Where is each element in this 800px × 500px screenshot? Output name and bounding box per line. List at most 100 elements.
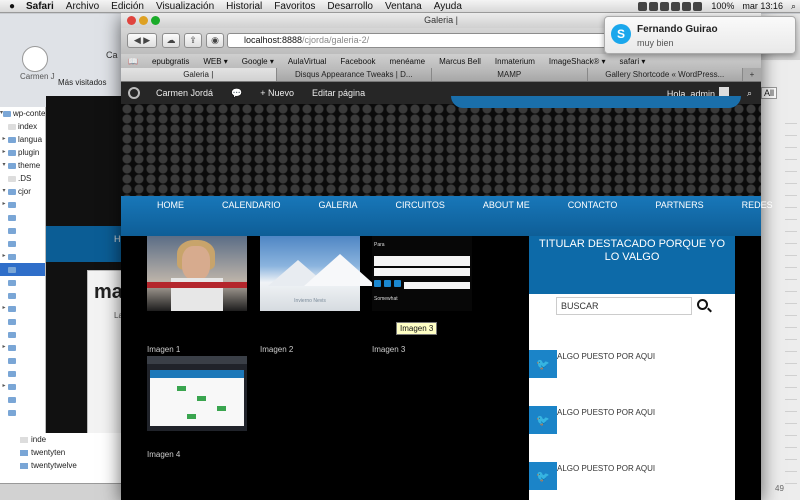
minimize-button[interactable] [139, 16, 148, 25]
search-icon[interactable]: ⌕ [738, 88, 761, 99]
tree-row[interactable]: twentytwelve [14, 459, 122, 472]
menu-ayuda[interactable]: Ayuda [428, 1, 468, 12]
menu-safari[interactable]: Safari [20, 1, 60, 12]
tree-row[interactable]: ▸ [0, 198, 45, 211]
twitter-widget: 🐦 ALGO PUESTO POR AQUI 🐦 ALGO PUESTO POR… [529, 350, 735, 500]
search-input[interactable]: BUSCAR [556, 297, 692, 315]
tree-row[interactable]: ▸ [0, 302, 45, 315]
new-content-link[interactable]: + Nuevo [251, 88, 303, 98]
gallery-thumb-2[interactable]: Invierno Nevis [260, 236, 376, 311]
nav-calendario[interactable]: CALENDARIO [222, 196, 281, 236]
tree-row[interactable]: ▸ [0, 250, 45, 263]
tree-row[interactable]: twentyten [14, 446, 122, 459]
nav-circuitos[interactable]: CIRCUITOS [396, 196, 445, 236]
site-name-link[interactable]: Carmen Jordá [147, 88, 222, 98]
nav-contacto[interactable]: CONTACTO [568, 196, 618, 236]
bookmark-item[interactable]: epubgratis [145, 57, 196, 66]
tree-row[interactable]: ▾ cjor [0, 185, 45, 198]
back-forward-buttons[interactable]: ◀ ▶ [127, 33, 157, 48]
tree-row[interactable] [0, 354, 45, 367]
tree-row[interactable] [0, 276, 45, 289]
site-header [121, 96, 761, 196]
comments-icon[interactable]: 💬 [222, 88, 251, 99]
bookmark-item[interactable]: AulaVirtual [281, 57, 334, 66]
file-tree-bottom: inde twentyten twentytwelve [14, 433, 122, 483]
tab-disqus[interactable]: Disqus Appearance Tweaks | D... [276, 68, 432, 81]
clock[interactable]: mar 13:16 [738, 1, 787, 11]
skype-notification[interactable]: S Fernando Guirao muy bien [604, 16, 796, 54]
menu-archivo[interactable]: Archivo [60, 1, 105, 12]
bookmark-item[interactable]: Marcus Bell [432, 57, 488, 66]
share-icon[interactable]: ⇪ [184, 33, 202, 48]
nav-redes[interactable]: REDES [742, 196, 773, 236]
gallery-thumb-1[interactable] [147, 236, 247, 311]
bookmark-icon[interactable]: 📖 [121, 57, 145, 66]
menu-visualizacion[interactable]: Visualización [150, 1, 220, 12]
tree-row[interactable]: ▸ plugin [0, 146, 45, 159]
tab-mamp[interactable]: MAMP [432, 68, 588, 81]
mac-menubar: ● Safari Archivo Edición Visualización H… [0, 0, 800, 13]
bookmark-item[interactable]: ImageShack® ▾ [542, 57, 613, 66]
tree-row[interactable] [0, 289, 45, 302]
tree-row[interactable] [0, 367, 45, 380]
header-accent [451, 96, 741, 108]
all-button[interactable]: All [761, 87, 778, 99]
tray-icons[interactable] [633, 1, 707, 12]
gallery-label: Imagen 1 [147, 345, 181, 354]
tree-row[interactable]: .DS [0, 172, 45, 185]
bookmark-item[interactable]: Facebook [333, 57, 382, 66]
reader-icon[interactable]: ◉ [206, 33, 224, 48]
spotlight-icon[interactable]: ⌕ [787, 1, 800, 12]
menu-desarrollo[interactable]: Desarrollo [321, 1, 379, 12]
bookmark-item[interactable]: WEB ▾ [196, 57, 234, 66]
wordpress-logo-icon[interactable] [121, 82, 147, 104]
menu-historial[interactable]: Historial [220, 1, 268, 12]
tree-row[interactable]: ▾ theme [0, 159, 45, 172]
tree-row[interactable]: inde [14, 433, 122, 446]
menu-favoritos[interactable]: Favoritos [268, 1, 321, 12]
bookmark-item[interactable]: menéame [383, 57, 433, 66]
edit-page-link[interactable]: Editar página [303, 88, 374, 98]
apple-icon[interactable]: ● [4, 1, 20, 12]
tree-row[interactable] [0, 393, 45, 406]
cloud-icon[interactable]: ☁ [162, 33, 180, 48]
menu-edicion[interactable]: Edición [105, 1, 150, 12]
nav-home[interactable]: HOME [157, 196, 184, 236]
gallery-thumb-3[interactable]: Para Somewhat [372, 236, 472, 311]
tree-row[interactable]: ▸ [0, 380, 45, 393]
notification-message: muy bien [637, 38, 674, 48]
gallery-thumb-4[interactable] [147, 356, 247, 431]
tree-row[interactable]: ▸ [0, 341, 45, 354]
tree-row[interactable] [0, 328, 45, 341]
nav-partners[interactable]: PARTNERS [655, 196, 703, 236]
tree-row[interactable]: index [0, 120, 45, 133]
tab-galeria[interactable]: Galeria | [121, 68, 277, 81]
bookmark-item[interactable]: Inmaterium [488, 57, 542, 66]
tree-row[interactable]: ▸ langua [0, 133, 45, 146]
bookmark-item[interactable]: safari ▾ [613, 57, 653, 66]
zoom-button[interactable] [151, 16, 160, 25]
tweet-item[interactable]: 🐦 ALGO PUESTO POR AQUI [529, 406, 735, 434]
menu-ventana[interactable]: Ventana [379, 1, 428, 12]
tree-row[interactable] [0, 263, 45, 276]
new-tab-button[interactable]: + [743, 68, 761, 81]
compass-icon [22, 46, 48, 72]
background-bookmark[interactable]: Más visitados [58, 78, 106, 87]
tree-row[interactable] [0, 224, 45, 237]
tweet-item[interactable]: 🐦 ALGO PUESTO POR AQUI [529, 462, 735, 490]
close-button[interactable] [127, 16, 136, 25]
tab-gallery-shortcode[interactable]: Gallery Shortcode « WordPress... [587, 68, 743, 81]
nav-about-me[interactable]: ABOUT ME [483, 196, 530, 236]
tree-row[interactable] [0, 315, 45, 328]
tree-row[interactable] [0, 237, 45, 250]
tweet-item[interactable]: 🐦 ALGO PUESTO POR AQUI [529, 350, 735, 378]
battery-percent[interactable]: 100% [707, 1, 738, 11]
search-icon[interactable] [697, 299, 708, 310]
tree-row[interactable] [0, 211, 45, 224]
list-lines [785, 112, 797, 492]
tweet-text: ALGO PUESTO POR AQUI [557, 352, 656, 361]
nav-galeria[interactable]: GALERIA [319, 196, 358, 236]
tree-row[interactable]: ▾ wp-conte [0, 107, 45, 120]
bookmark-item[interactable]: Google ▾ [235, 57, 281, 66]
tree-row[interactable] [0, 406, 45, 419]
